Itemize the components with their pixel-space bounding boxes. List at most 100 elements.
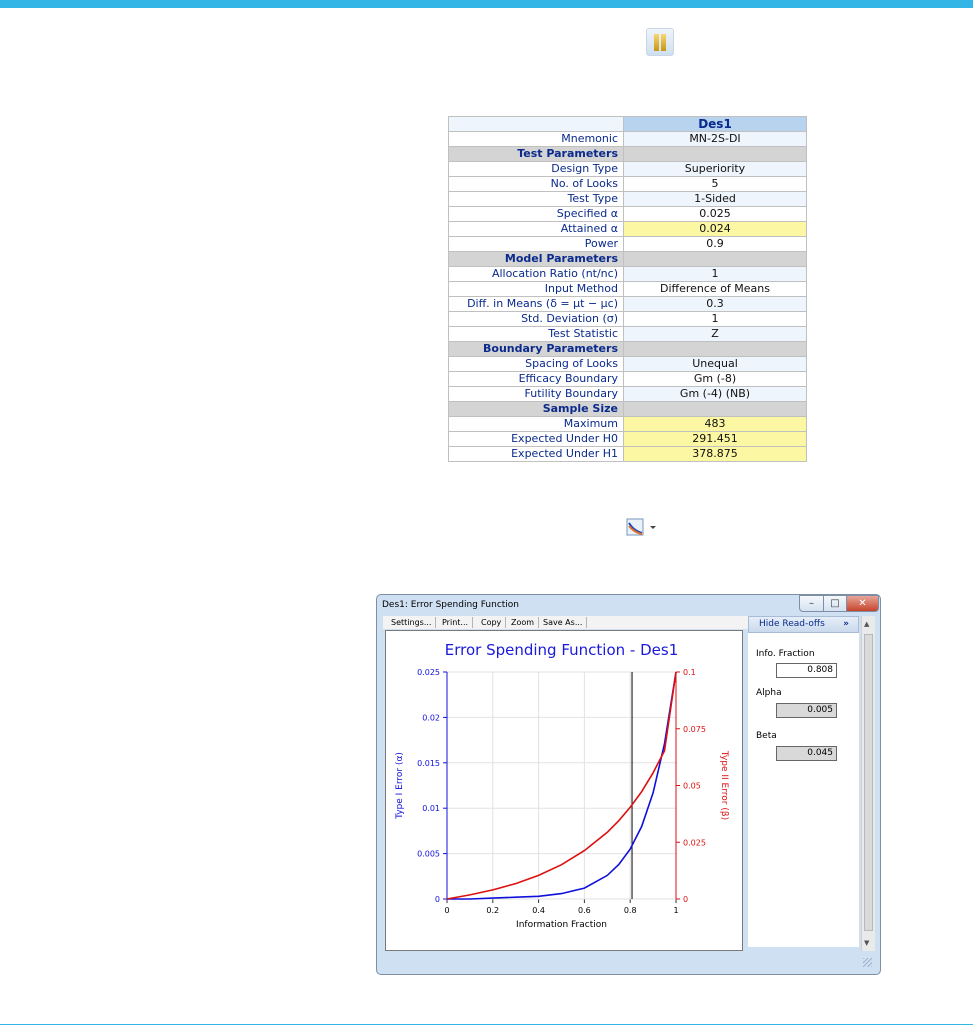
window-title: Des1: Error Spending Function [382,600,520,610]
table-row: Attained α 0.024 [448,221,807,237]
beta-value: 0.045 [776,746,837,761]
param-label: Allocation Ratio (nt/nc) [448,266,624,282]
x-tick-label: 0 [444,906,449,915]
design-summary-table: Des1 Mnemonic MN-2S-DI Test Parameters Desig… [448,116,807,462]
section-header: Boundary Parameters [448,341,624,357]
param-value: Gm (-8) [623,371,807,387]
param-value: 1 [623,311,807,327]
vertical-scrollbar[interactable]: ▲ ▼ [861,616,875,951]
y-right-axis-label: Type II Error (β) [719,750,729,820]
read-offs-panel: Hide Read-offs » Info. Fraction 0.808 Al… [748,616,859,947]
param-label: Futility Boundary [448,386,624,402]
param-value: MN-2S-DI [623,131,807,147]
param-label: Specified α [448,206,624,222]
table-row: Std. Deviation (σ) 1 [448,311,807,327]
param-value: 291.451 [623,431,807,447]
scroll-up-icon[interactable]: ▲ [864,620,869,628]
zoom-button[interactable]: Zoom [507,617,540,628]
x-tick-label: 1 [673,906,678,915]
close-button[interactable]: ✕ [846,595,879,612]
param-value: 5 [623,176,807,192]
table-row: Test Type 1-Sided [448,191,807,207]
table-row: Model Parameters [448,251,807,267]
x-tick-label: 0.4 [532,906,545,915]
param-label: Design Type [448,161,624,177]
error-spending-chart: Error Spending Function - Des1 0 0.2 0.4 0.6… [395,641,729,930]
param-value: Difference of Means [623,281,807,297]
y-right-tick-label: 0.05 [683,782,701,791]
param-label: Mnemonic [448,131,624,147]
hide-read-offs-label: Hide Read-offs [759,619,825,629]
param-label: Expected Under H1 [448,446,624,462]
scroll-down-icon[interactable]: ▼ [864,939,869,947]
section-header-filler [623,251,807,267]
bar-chart-icon-bar [661,34,666,51]
table-corner [448,116,624,132]
y-left-tick-label: 0.005 [417,850,440,859]
param-label: Spacing of Looks [448,356,624,372]
status-bar [383,952,875,969]
param-value: 483 [623,416,807,432]
resize-grip-icon[interactable] [863,958,872,967]
param-value: 0.9 [623,236,807,252]
param-label: Std. Deviation (σ) [448,311,624,327]
x-tick-label: 0.2 [486,906,499,915]
y-left-tick-label: 0.02 [422,713,440,722]
param-label: Efficacy Boundary [448,371,624,387]
column-header-des1[interactable]: Des1 [623,116,807,132]
plot-area: Error Spending Function - Des1 0 0.2 0.4 0.6… [385,630,743,951]
param-value: Gm (-4) (NB) [623,386,807,402]
y-left-axis-label: Type I Error (α) [395,752,405,820]
param-label: Test Type [448,191,624,207]
beta-label: Beta [756,731,777,741]
table-row: Test Parameters [448,146,807,162]
table-row: Futility Boundary Gm (-4) (NB) [448,386,807,402]
print-button[interactable]: Print... [438,617,474,628]
minimize-button[interactable]: – [799,595,824,612]
section-header-filler [623,146,807,162]
y-left-tick-label: 0.015 [417,759,440,768]
alpha-value: 0.005 [776,703,837,718]
table-row: Expected Under H1 378.875 [448,446,807,462]
copy-button[interactable]: Copy [477,617,507,628]
table-row: Maximum 483 [448,416,807,432]
section-header: Test Parameters [448,146,624,162]
param-label: Diff. in Means (δ = μt − μc) [448,296,624,312]
param-value: Superiority [623,161,807,177]
info-fraction-input[interactable]: 0.808 [776,663,837,678]
top-accent-bar [0,0,973,8]
table-row: Design Type Superiority [448,161,807,177]
chart-toolbar: Settings... Print... Copy Zoom Save As..… [383,616,749,629]
section-header-filler [623,401,807,417]
table-row: No. of Looks 5 [448,176,807,192]
settings-button[interactable]: Settings... [387,617,437,628]
param-value: 1-Sided [623,191,807,207]
save-as-button[interactable]: Save As... [539,617,588,628]
param-label: No. of Looks [448,176,624,192]
hide-read-offs-button[interactable]: Hide Read-offs » [748,616,859,633]
param-label: Input Method [448,281,624,297]
scrollbar-thumb[interactable] [864,634,873,931]
table-row: Specified α 0.025 [448,206,807,222]
plots-dropdown-button[interactable] [626,518,660,538]
table-row: Efficacy Boundary Gm (-8) [448,371,807,387]
design-details-icon-button[interactable] [646,28,674,56]
maximize-button[interactable]: □ [823,595,847,612]
table-row: Mnemonic MN-2S-DI [448,131,807,147]
x-axis-label: Information Fraction [516,920,607,930]
alpha-label: Alpha [756,688,782,698]
table-row: Spacing of Looks Unequal [448,356,807,372]
error-spending-window: Des1: Error Spending Function – □ ✕ Sett… [376,594,881,975]
table-row: Input Method Difference of Means [448,281,807,297]
table-row: Sample Size [448,401,807,417]
chart-title: Error Spending Function - Des1 [445,641,678,659]
section-header-filler [623,341,807,357]
table-row: Allocation Ratio (nt/nc) 1 [448,266,807,282]
y-right-tick-label: 0 [683,895,688,904]
y-left-tick-label: 0.01 [422,804,440,813]
x-tick-label: 0.8 [624,906,637,915]
chevron-down-icon [650,526,656,529]
param-label: Power [448,236,624,252]
param-label: Test Statistic [448,326,624,342]
param-label: Maximum [448,416,624,432]
